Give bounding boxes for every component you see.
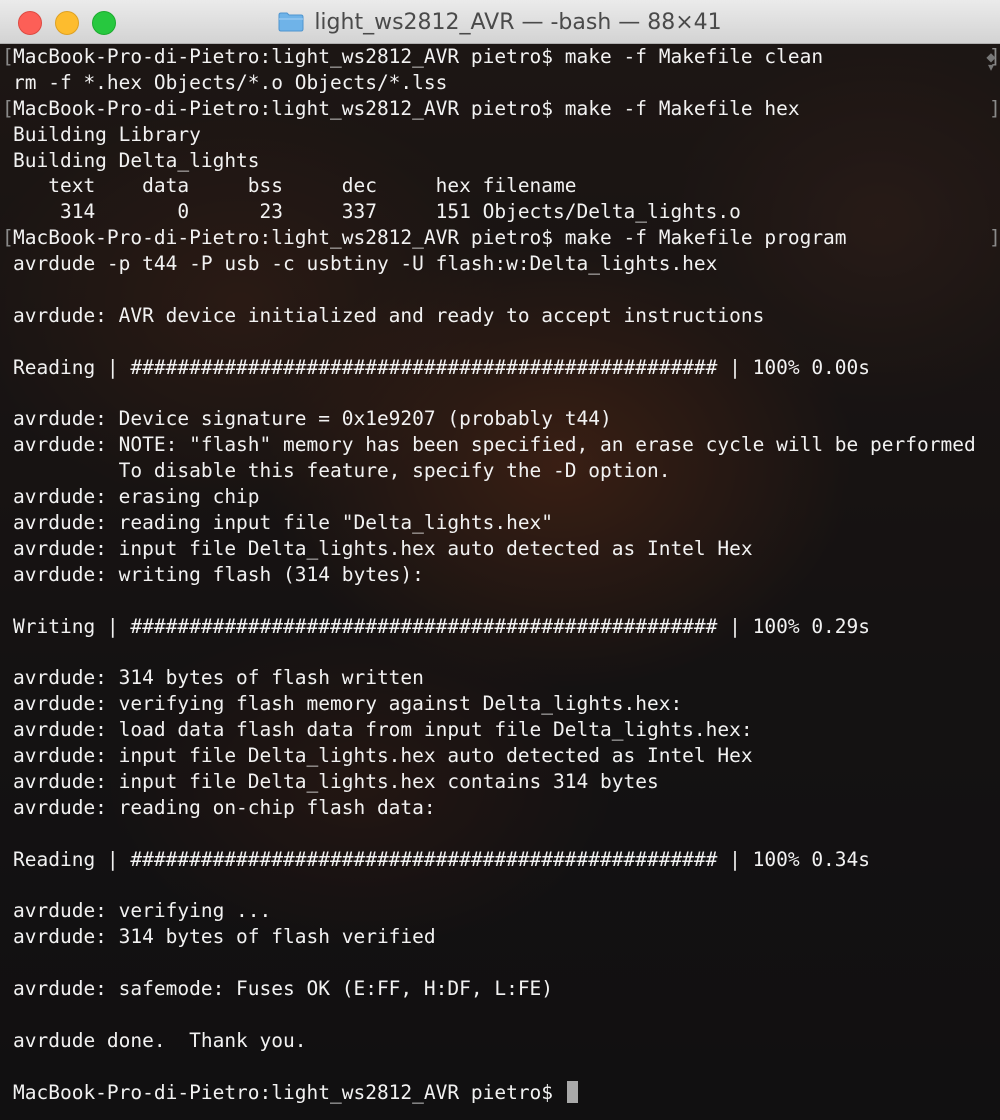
line-text: avrdude: writing flash (314 bytes): [13, 562, 424, 586]
line-text: Reading | ##############################… [13, 355, 871, 379]
terminal-line: [MacBook-Pro-di-Pietro:light_ws2812_AVR … [0, 225, 1000, 251]
line-text: avrdude: reading on-chip flash data: [13, 795, 436, 819]
terminal-line: avrdude: input file Delta_lights.hex aut… [0, 743, 1000, 769]
terminal-line: avrdude: erasing chip [0, 484, 1000, 510]
prompt-line: MacBook-Pro-di-Pietro:light_ws2812_AVR p… [0, 1080, 1000, 1106]
line-text: rm -f *.hex Objects/*.o Objects/*.lss [13, 70, 448, 94]
terminal-line: Building Library [0, 122, 1000, 148]
line-mark-right: ] [989, 226, 1000, 250]
terminal-line: Reading | ##############################… [0, 355, 1000, 381]
terminal-line: [MacBook-Pro-di-Pietro:light_ws2812_AVR … [0, 44, 1000, 70]
terminal-line: avrdude: safemode: Fuses OK (E:FF, H:DF,… [0, 976, 1000, 1002]
line-text: Building Library [13, 122, 201, 146]
terminal-line: Building Delta_lights [0, 148, 1000, 174]
line-text: avrdude: erasing chip [13, 485, 260, 509]
terminal-line: avrdude: reading on-chip flash data: [0, 795, 1000, 821]
line-text: To disable this feature, specify the -D … [13, 459, 671, 483]
line-text: avrdude: Device signature = 0x1e9207 (pr… [13, 407, 612, 431]
line-mark-left: [ [2, 96, 14, 120]
terminal-line: avrdude: verifying ... [0, 898, 1000, 924]
window-title-group: light_ws2812_AVR — -bash — 88×41 [0, 0, 1000, 44]
terminal-line: Reading | ##############################… [0, 847, 1000, 873]
line-text: MacBook-Pro-di-Pietro:light_ws2812_AVR p… [13, 1080, 565, 1104]
line-text: 314 0 23 337 151 Objects/Delta_lights.o [13, 200, 741, 224]
line-text: avrdude: 314 bytes of flash verified [13, 925, 436, 949]
terminal-line: avrdude: load data flash data from input… [0, 717, 1000, 743]
terminal-line: avrdude done. Thank you. [0, 1028, 1000, 1054]
line-text: MacBook-Pro-di-Pietro:light_ws2812_AVR p… [13, 96, 800, 120]
terminal-output: [MacBook-Pro-di-Pietro:light_ws2812_AVR … [0, 44, 1000, 1106]
line-mark-right: ] [989, 96, 1000, 120]
line-text: avrdude done. Thank you. [13, 1028, 307, 1052]
terminal-line: Writing | ##############################… [0, 614, 1000, 640]
line-text: avrdude -p t44 -P usb -c usbtiny -U flas… [13, 252, 718, 276]
line-mark-left: [ [2, 45, 14, 68]
scroll-indicator-icon[interactable]: ◆ ▾ [986, 51, 996, 73]
line-text: avrdude: 314 bytes of flash written [13, 666, 424, 690]
text-cursor [566, 1080, 578, 1103]
line-text: avrdude: AVR device initialized and read… [13, 303, 765, 327]
line-text: MacBook-Pro-di-Pietro:light_ws2812_AVR p… [13, 226, 847, 250]
terminal-window: light_ws2812_AVR — -bash — 88×41 [MacBoo… [0, 0, 1000, 1120]
terminal-line: avrdude: verifying flash memory against … [0, 691, 1000, 717]
terminal-line: avrdude: 314 bytes of flash verified [0, 924, 1000, 950]
terminal-line: avrdude -p t44 -P usb -c usbtiny -U flas… [0, 251, 1000, 277]
line-text: avrdude: reading input file "Delta_light… [13, 511, 554, 535]
terminal-line: avrdude: reading input file "Delta_light… [0, 510, 1000, 536]
terminal-line: avrdude: writing flash (314 bytes): [0, 562, 1000, 588]
line-text: avrdude: verifying flash memory against … [13, 692, 683, 716]
line-text: avrdude: NOTE: "flash" memory has been s… [13, 433, 976, 457]
title-bar[interactable]: light_ws2812_AVR — -bash — 88×41 [0, 0, 1000, 44]
terminal-line: 314 0 23 337 151 Objects/Delta_lights.o [0, 199, 1000, 225]
line-text: avrdude: input file Delta_lights.hex aut… [13, 744, 753, 768]
terminal-line: avrdude: AVR device initialized and read… [0, 303, 1000, 329]
terminal-line: avrdude: Device signature = 0x1e9207 (pr… [0, 406, 1000, 432]
line-text: Building Delta_lights [13, 148, 260, 172]
terminal-line: rm -f *.hex Objects/*.o Objects/*.lss [0, 70, 1000, 96]
line-mark-left: [ [2, 226, 14, 250]
terminal-line: avrdude: input file Delta_lights.hex aut… [0, 536, 1000, 562]
line-text: avrdude: verifying ... [13, 899, 272, 923]
line-text: Reading | ##############################… [13, 847, 871, 871]
terminal-content[interactable]: [MacBook-Pro-di-Pietro:light_ws2812_AVR … [0, 44, 1000, 1120]
terminal-line: To disable this feature, specify the -D … [0, 458, 1000, 484]
terminal-line: avrdude: 314 bytes of flash written [0, 665, 1000, 691]
line-text: MacBook-Pro-di-Pietro:light_ws2812_AVR p… [13, 45, 824, 68]
terminal-line: [MacBook-Pro-di-Pietro:light_ws2812_AVR … [0, 96, 1000, 122]
terminal-line: avrdude: input file Delta_lights.hex con… [0, 769, 1000, 795]
terminal-line: avrdude: NOTE: "flash" memory has been s… [0, 432, 1000, 458]
window-title: light_ws2812_AVR — -bash — 88×41 [314, 9, 722, 35]
line-text: avrdude: safemode: Fuses OK (E:FF, H:DF,… [13, 977, 554, 1001]
folder-icon [278, 12, 304, 32]
line-text: text data bss dec hex filename [13, 174, 577, 198]
line-text: avrdude: input file Delta_lights.hex con… [13, 769, 659, 793]
line-text: avrdude: input file Delta_lights.hex aut… [13, 536, 753, 560]
terminal-line: text data bss dec hex filename [0, 173, 1000, 199]
line-text: Writing | ##############################… [13, 614, 871, 638]
line-text: avrdude: load data flash data from input… [13, 718, 753, 742]
